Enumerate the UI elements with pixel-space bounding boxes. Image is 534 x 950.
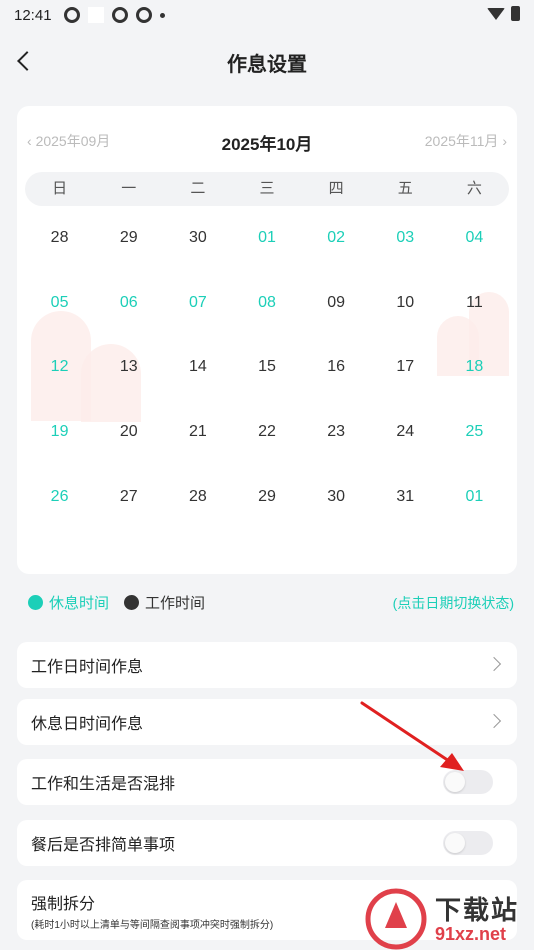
weekday-label: 五	[397, 180, 413, 197]
calendar-day[interactable]: 23	[302, 400, 371, 465]
calendar-day[interactable]: 12	[25, 335, 94, 400]
calendar-day[interactable]: 05	[25, 271, 94, 336]
calendar-day[interactable]: 24	[371, 400, 440, 465]
app-notification-icon	[135, 7, 152, 23]
workday-schedule-label: 工作日时间作息	[31, 659, 144, 676]
weekday-label: 日	[52, 180, 68, 197]
calendar-day[interactable]: 26	[25, 464, 94, 529]
notification-square-icon	[87, 7, 104, 23]
after-meal-row: 餐后是否排简单事项	[17, 820, 517, 866]
workday-schedule-row[interactable]: 工作日时间作息	[17, 642, 517, 688]
status-time: 12:41	[14, 6, 52, 24]
calendar-day[interactable]: 03	[371, 206, 440, 271]
page-title: 作息设置	[227, 54, 307, 76]
restday-schedule-label: 休息日时间作息	[31, 716, 144, 733]
legend-rest-label: 休息时间	[49, 595, 110, 612]
calendar-day[interactable]: 04	[440, 206, 509, 271]
rest-dot-icon	[28, 595, 43, 610]
weekday-label: 三	[259, 180, 275, 197]
weekday-label: 二	[190, 180, 206, 197]
nav-bar: 作息设置	[0, 40, 534, 80]
calendar-day[interactable]: 09	[302, 271, 371, 336]
calendar-day[interactable]: 18	[440, 335, 509, 400]
calendar-day[interactable]: 30	[302, 464, 371, 529]
chevron-right-icon: ›	[498, 133, 507, 149]
calendar-week: 05 06 07 08 09 10 11	[25, 271, 509, 336]
chevron-right-icon	[486, 713, 502, 729]
toggle-hint: (点击日期切换状态)	[392, 595, 514, 611]
status-right	[487, 6, 520, 21]
calendar-day[interactable]: 11	[440, 271, 509, 336]
work-dot-icon	[124, 595, 139, 610]
next-month-button[interactable]: 2025年11月 ›	[425, 131, 507, 151]
site-logo-icon	[365, 888, 427, 950]
calendar-day[interactable]: 07	[163, 271, 232, 336]
legend-rest: 休息时间	[28, 592, 109, 613]
calendar-day[interactable]: 22	[232, 400, 301, 465]
calendar-day[interactable]: 01	[440, 464, 509, 529]
legend-work-label: 工作时间	[145, 595, 206, 612]
calendar-day[interactable]: 31	[371, 464, 440, 529]
calendar-day[interactable]: 20	[94, 400, 163, 465]
calendar-day[interactable]: 13	[94, 335, 163, 400]
toggle-knob	[445, 833, 465, 853]
legend: 休息时间 工作时间 (点击日期切换状态)	[28, 592, 514, 614]
calendar-day[interactable]: 15	[232, 335, 301, 400]
calendar-day[interactable]: 16	[302, 335, 371, 400]
calendar-card: ‹ 2025年09月 2025年10月 2025年11月 › 日 一 二 三 四…	[17, 106, 517, 574]
battery-icon	[511, 6, 520, 21]
more-notifications-icon	[159, 12, 165, 18]
calendar-day[interactable]: 27	[94, 464, 163, 529]
calendar-day[interactable]: 01	[232, 206, 301, 271]
calendar-day[interactable]: 17	[371, 335, 440, 400]
calendar-day[interactable]: 30	[163, 206, 232, 271]
calendar-week: 26 27 28 29 30 31 01	[25, 464, 509, 529]
mix-work-life-label: 工作和生活是否混排	[31, 776, 176, 793]
legend-work: 工作时间	[124, 592, 205, 613]
calendar-day[interactable]: 14	[163, 335, 232, 400]
calendar-day[interactable]: 29	[94, 206, 163, 271]
calendar-day[interactable]: 10	[371, 271, 440, 336]
calendar-grid: 28 29 30 01 02 03 04 05 06 07 08 09 10 11 12 13 14 15 16 17…	[25, 206, 509, 529]
month-switcher: ‹ 2025年09月 2025年10月 2025年11月 ›	[17, 128, 517, 154]
calendar-day[interactable]: 25	[440, 400, 509, 465]
watermark-text: 下载站	[435, 895, 520, 925]
calendar-week: 19 20 21 22 23 24 25	[25, 400, 509, 465]
chevron-right-icon	[486, 656, 502, 672]
calendar-day[interactable]: 21	[163, 400, 232, 465]
app-notification-icon	[111, 7, 128, 23]
weekday-label: 一	[121, 180, 137, 197]
weekday-header: 日 一 二 三 四 五 六	[25, 172, 509, 206]
next-month-label: 2025年11月	[424, 133, 499, 149]
calendar-day[interactable]: 02	[302, 206, 371, 271]
annotation-arrow-icon	[360, 701, 464, 771]
calendar-day[interactable]: 06	[94, 271, 163, 336]
calendar-day[interactable]: 29	[232, 464, 301, 529]
calendar-day[interactable]: 28	[25, 206, 94, 271]
watermark: 下载站 91xz.net	[365, 888, 534, 950]
calendar-day[interactable]: 28	[163, 464, 232, 529]
after-meal-label: 餐后是否排简单事项	[31, 837, 176, 854]
status-bar: 12:41	[0, 0, 534, 30]
weekday-label: 四	[328, 180, 344, 197]
calendar-week: 28 29 30 01 02 03 04	[25, 206, 509, 271]
calendar-week: 12 13 14 15 16 17 18	[25, 335, 509, 400]
calendar-day[interactable]: 08	[232, 271, 301, 336]
calendar-day[interactable]: 19	[25, 400, 94, 465]
app-notification-icon	[63, 7, 80, 23]
wifi-icon	[487, 7, 505, 20]
weekday-label: 六	[466, 180, 482, 197]
after-meal-toggle[interactable]	[443, 831, 493, 855]
watermark-site: 91xz.net	[435, 924, 507, 944]
